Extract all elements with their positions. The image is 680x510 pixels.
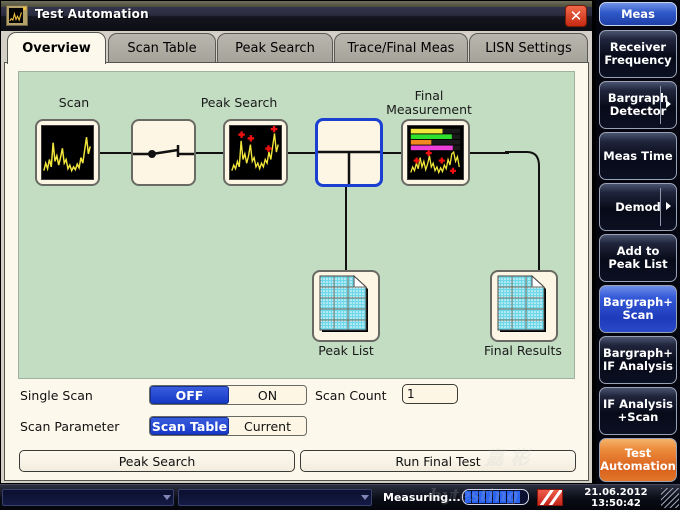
softkey-demod[interactable]: Demod xyxy=(599,183,677,231)
softkey-bargraph-if-analysis[interactable]: Bargraph+IF Analysis xyxy=(599,336,677,384)
scan-count-input[interactable]: 1 xyxy=(402,384,458,404)
node-peak-search-trace[interactable] xyxy=(223,119,288,186)
chevron-right-icon xyxy=(666,202,671,210)
single-scan-option-on[interactable]: ON xyxy=(229,386,306,404)
node-final-measurement-trace[interactable] xyxy=(401,119,470,186)
close-icon: ✕ xyxy=(566,6,586,26)
single-scan-toggle[interactable]: OFF ON xyxy=(149,385,307,405)
softkey-bargraph-scan[interactable]: Bargraph+Scan xyxy=(599,285,677,333)
wire-final-to-curve xyxy=(469,152,509,154)
resize-grip[interactable] xyxy=(661,488,679,508)
tab-lisn-settings[interactable]: LISN Settings xyxy=(469,33,588,63)
status-bar: Measuring... 21.06.2012 13:50:42 xyxy=(0,484,680,510)
label-scan-count: Scan Count xyxy=(315,388,386,403)
tab-peak-search[interactable]: Peak Search xyxy=(217,33,333,63)
process-flow-diagram: Scan Peak Search Final Measurement xyxy=(18,71,575,379)
softkey-panel: Meas ReceiverFrequency BargraphDetector … xyxy=(596,0,680,484)
softkey-label: TestAutomation xyxy=(600,447,676,473)
wire-curve-to-final-results xyxy=(505,150,549,200)
chevron-down-icon xyxy=(163,495,171,500)
node-switch[interactable] xyxy=(131,119,196,186)
softkey-label: Bargraph+IF Analysis xyxy=(603,347,673,373)
softkey-test-automation[interactable]: TestAutomation xyxy=(599,438,677,482)
node-peak-list-document[interactable] xyxy=(312,270,380,342)
test-automation-window: Test Automation ✕ Overview Scan Table Pe… xyxy=(0,0,593,484)
busy-indicator-icon xyxy=(537,489,563,506)
application-root: Test Automation ✕ Overview Scan Table Pe… xyxy=(0,0,680,510)
label-scan: Scan xyxy=(39,96,109,110)
window-title: Test Automation xyxy=(35,7,149,21)
softkey-add-to-peak-list[interactable]: Add toPeak List xyxy=(599,234,677,282)
chevron-right-icon xyxy=(666,100,671,108)
status-date: 21.06.2012 xyxy=(574,487,658,498)
wire-down-to-final-results xyxy=(538,198,540,272)
tab-scan-table[interactable]: Scan Table xyxy=(108,33,216,63)
softkey-label: Add toPeak List xyxy=(608,245,667,271)
softkey-receiver-frequency[interactable]: ReceiverFrequency xyxy=(599,30,677,78)
softkey-if-analysis-scan[interactable]: IF Analysis+Scan xyxy=(599,387,677,435)
progress-bar xyxy=(462,489,529,505)
node-split-junction[interactable] xyxy=(315,118,383,187)
softkey-bargraph-detector[interactable]: BargraphDetector xyxy=(599,81,677,129)
softkey-header: Meas xyxy=(599,2,677,26)
overview-tab-content: Scan Peak Search Final Measurement xyxy=(4,62,589,481)
softkey-label: Meas Time xyxy=(603,150,672,163)
label-final-measurement-line2: Measurement xyxy=(369,103,489,117)
label-peak-search: Peak Search xyxy=(184,96,294,110)
date-time-display: 21.06.2012 13:50:42 xyxy=(574,487,658,509)
softkey-label: ReceiverFrequency xyxy=(604,41,671,67)
softkey-meas-time[interactable]: Meas Time xyxy=(599,132,677,180)
softkey-label: Demod xyxy=(615,201,660,214)
status-field-right[interactable] xyxy=(178,489,372,506)
node-final-results-document[interactable] xyxy=(490,270,558,342)
close-button[interactable]: ✕ xyxy=(565,5,587,27)
status-time: 13:50:42 xyxy=(574,498,658,509)
chevron-down-icon xyxy=(361,495,369,500)
label-peak-list: Peak List xyxy=(295,344,397,358)
run-final-test-button[interactable]: Run Final Test xyxy=(300,450,576,472)
status-field-left[interactable] xyxy=(2,489,174,506)
softkey-label: Bargraph+Scan xyxy=(603,296,673,322)
status-message: Measuring... xyxy=(383,491,461,504)
single-scan-option-off[interactable]: OFF xyxy=(150,386,229,404)
label-single-scan: Single Scan xyxy=(20,388,93,403)
label-final-measurement-line1: Final xyxy=(369,89,489,103)
peak-search-button[interactable]: Peak Search xyxy=(19,450,295,472)
scan-parameter-option-current[interactable]: Current xyxy=(229,417,306,435)
softkey-label: IF Analysis+Scan xyxy=(603,398,673,424)
instrument-display-icon xyxy=(6,5,28,26)
softkey-divider xyxy=(660,188,661,226)
softkey-divider xyxy=(660,86,661,124)
label-scan-parameter: Scan Parameter xyxy=(20,419,119,434)
tab-overview[interactable]: Overview xyxy=(7,32,106,64)
node-scan-trace[interactable] xyxy=(35,119,100,186)
label-final-results: Final Results xyxy=(471,344,575,358)
tab-trace-final-meas[interactable]: Trace/Final Meas xyxy=(334,33,468,63)
title-bar: Test Automation ✕ xyxy=(1,1,592,31)
scan-parameter-toggle[interactable]: Scan Table Current xyxy=(149,416,307,436)
scan-parameter-option-scan-table[interactable]: Scan Table xyxy=(150,417,229,435)
tab-bar: Overview Scan Table Peak Search Trace/Fi… xyxy=(1,31,592,63)
